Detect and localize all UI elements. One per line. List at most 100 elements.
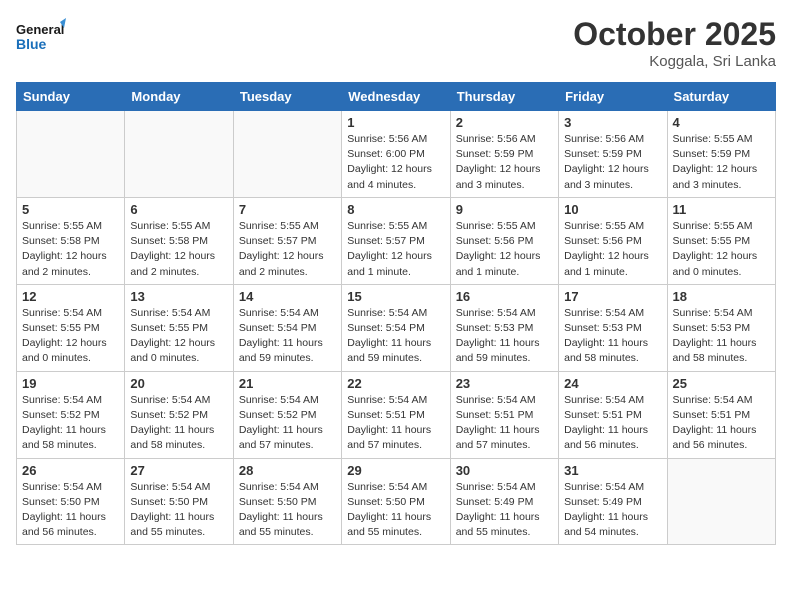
calendar-cell: 10 Sunrise: 5:55 AM Sunset: 5:56 PM Dayli…: [559, 197, 667, 284]
day-number: 26: [22, 463, 119, 478]
weekday-header-saturday: Saturday: [667, 83, 775, 111]
calendar-cell: 19 Sunrise: 5:54 AM Sunset: 5:52 PM Dayli…: [17, 371, 125, 458]
calendar-cell: 2 Sunrise: 5:56 AM Sunset: 5:59 PM Daylig…: [450, 111, 558, 198]
calendar-cell: 22 Sunrise: 5:54 AM Sunset: 5:51 PM Dayli…: [342, 371, 450, 458]
calendar-cell: 27 Sunrise: 5:54 AM Sunset: 5:50 PM Dayli…: [125, 458, 233, 545]
day-detail: Sunrise: 5:54 AM Sunset: 5:50 PM Dayligh…: [239, 480, 336, 541]
day-number: 21: [239, 376, 336, 391]
day-detail: Sunrise: 5:54 AM Sunset: 5:51 PM Dayligh…: [347, 393, 444, 454]
day-detail: Sunrise: 5:55 AM Sunset: 5:57 PM Dayligh…: [239, 219, 336, 280]
day-number: 23: [456, 376, 553, 391]
day-detail: Sunrise: 5:54 AM Sunset: 5:51 PM Dayligh…: [673, 393, 770, 454]
weekday-header-wednesday: Wednesday: [342, 83, 450, 111]
day-number: 19: [22, 376, 119, 391]
day-detail: Sunrise: 5:54 AM Sunset: 5:49 PM Dayligh…: [564, 480, 661, 541]
svg-text:General: General: [16, 22, 64, 37]
calendar-cell: 9Sunrise: 5:55 AM Sunset: 5:56 PM Daylig…: [450, 197, 558, 284]
weekday-header-monday: Monday: [125, 83, 233, 111]
day-number: 28: [239, 463, 336, 478]
day-detail: Sunrise: 5:54 AM Sunset: 5:51 PM Dayligh…: [456, 393, 553, 454]
calendar-table: SundayMondayTuesdayWednesdayThursdayFrid…: [16, 82, 776, 545]
calendar-cell: 12 Sunrise: 5:54 AM Sunset: 5:55 PM Dayli…: [17, 284, 125, 371]
day-number: 4: [673, 115, 770, 130]
calendar-cell: 18 Sunrise: 5:54 AM Sunset: 5:53 PM Dayli…: [667, 284, 775, 371]
calendar-cell: 1Sunrise: 5:56 AM Sunset: 6:00 PM Daylig…: [342, 111, 450, 198]
calendar-cell: 30 Sunrise: 5:54 AM Sunset: 5:49 PM Dayli…: [450, 458, 558, 545]
day-detail: Sunrise: 5:55 AM Sunset: 5:56 PM Dayligh…: [564, 219, 661, 280]
calendar-cell: [125, 111, 233, 198]
day-number: 2: [456, 115, 553, 130]
calendar-cell: 28 Sunrise: 5:54 AM Sunset: 5:50 PM Dayli…: [233, 458, 341, 545]
day-detail: Sunrise: 5:54 AM Sunset: 5:50 PM Dayligh…: [130, 480, 227, 541]
day-detail: Sunrise: 5:54 AM Sunset: 5:50 PM Dayligh…: [347, 480, 444, 541]
day-detail: Sunrise: 5:54 AM Sunset: 5:52 PM Dayligh…: [22, 393, 119, 454]
day-number: 5: [22, 202, 119, 217]
day-detail: Sunrise: 5:54 AM Sunset: 5:55 PM Dayligh…: [22, 306, 119, 367]
page-header: General Blue October 2025 Koggala, Sri L…: [16, 16, 776, 70]
calendar-cell: 13Sunrise: 5:54 AM Sunset: 5:55 PM Dayli…: [125, 284, 233, 371]
location-subtitle: Koggala, Sri Lanka: [573, 53, 776, 70]
calendar-cell: 3 Sunrise: 5:56 AM Sunset: 5:59 PM Daylig…: [559, 111, 667, 198]
day-number: 27: [130, 463, 227, 478]
day-number: 6: [130, 202, 227, 217]
day-number: 16: [456, 289, 553, 304]
day-number: 24: [564, 376, 661, 391]
day-detail: Sunrise: 5:55 AM Sunset: 5:56 PM Dayligh…: [456, 219, 553, 280]
day-number: 12: [22, 289, 119, 304]
day-detail: Sunrise: 5:55 AM Sunset: 5:55 PM Dayligh…: [673, 219, 770, 280]
day-number: 13: [130, 289, 227, 304]
calendar-cell: 23 Sunrise: 5:54 AM Sunset: 5:51 PM Dayli…: [450, 371, 558, 458]
calendar-cell: 26 Sunrise: 5:54 AM Sunset: 5:50 PM Dayli…: [17, 458, 125, 545]
day-detail: Sunrise: 5:54 AM Sunset: 5:51 PM Dayligh…: [564, 393, 661, 454]
day-detail: Sunrise: 5:54 AM Sunset: 5:53 PM Dayligh…: [673, 306, 770, 367]
day-detail: Sunrise: 5:54 AM Sunset: 5:52 PM Dayligh…: [239, 393, 336, 454]
calendar-cell: 17 Sunrise: 5:54 AM Sunset: 5:53 PM Dayli…: [559, 284, 667, 371]
day-number: 7: [239, 202, 336, 217]
day-number: 1: [347, 115, 444, 130]
calendar-cell: [667, 458, 775, 545]
calendar-cell: [17, 111, 125, 198]
day-detail: Sunrise: 5:55 AM Sunset: 5:57 PM Dayligh…: [347, 219, 444, 280]
day-number: 30: [456, 463, 553, 478]
calendar-cell: 14 Sunrise: 5:54 AM Sunset: 5:54 PM Dayli…: [233, 284, 341, 371]
day-number: 20: [130, 376, 227, 391]
day-detail: Sunrise: 5:54 AM Sunset: 5:50 PM Dayligh…: [22, 480, 119, 541]
calendar-cell: 15 Sunrise: 5:54 AM Sunset: 5:54 PM Dayli…: [342, 284, 450, 371]
day-number: 17: [564, 289, 661, 304]
day-detail: Sunrise: 5:54 AM Sunset: 5:54 PM Dayligh…: [239, 306, 336, 367]
title-block: October 2025 Koggala, Sri Lanka: [573, 16, 776, 70]
weekday-header-thursday: Thursday: [450, 83, 558, 111]
day-detail: Sunrise: 5:55 AM Sunset: 5:59 PM Dayligh…: [673, 132, 770, 193]
month-title: October 2025: [573, 16, 776, 53]
calendar-cell: 20 Sunrise: 5:54 AM Sunset: 5:52 PM Dayli…: [125, 371, 233, 458]
calendar-cell: 16 Sunrise: 5:54 AM Sunset: 5:53 PM Dayli…: [450, 284, 558, 371]
calendar-cell: 29Sunrise: 5:54 AM Sunset: 5:50 PM Dayli…: [342, 458, 450, 545]
day-number: 22: [347, 376, 444, 391]
day-detail: Sunrise: 5:54 AM Sunset: 5:53 PM Dayligh…: [564, 306, 661, 367]
logo-svg: General Blue: [16, 16, 66, 60]
day-detail: Sunrise: 5:56 AM Sunset: 5:59 PM Dayligh…: [456, 132, 553, 193]
day-number: 10: [564, 202, 661, 217]
day-detail: Sunrise: 5:56 AM Sunset: 5:59 PM Dayligh…: [564, 132, 661, 193]
day-number: 14: [239, 289, 336, 304]
day-detail: Sunrise: 5:54 AM Sunset: 5:53 PM Dayligh…: [456, 306, 553, 367]
weekday-header-sunday: Sunday: [17, 83, 125, 111]
calendar-cell: 6 Sunrise: 5:55 AM Sunset: 5:58 PM Daylig…: [125, 197, 233, 284]
day-number: 15: [347, 289, 444, 304]
calendar-cell: 25 Sunrise: 5:54 AM Sunset: 5:51 PM Dayli…: [667, 371, 775, 458]
calendar-cell: 21 Sunrise: 5:54 AM Sunset: 5:52 PM Dayli…: [233, 371, 341, 458]
day-detail: Sunrise: 5:55 AM Sunset: 5:58 PM Dayligh…: [130, 219, 227, 280]
day-number: 3: [564, 115, 661, 130]
day-number: 25: [673, 376, 770, 391]
day-detail: Sunrise: 5:54 AM Sunset: 5:54 PM Dayligh…: [347, 306, 444, 367]
calendar-cell: 24 Sunrise: 5:54 AM Sunset: 5:51 PM Dayli…: [559, 371, 667, 458]
day-detail: Sunrise: 5:54 AM Sunset: 5:52 PM Dayligh…: [130, 393, 227, 454]
logo: General Blue: [16, 16, 66, 60]
day-detail: Sunrise: 5:54 AM Sunset: 5:49 PM Dayligh…: [456, 480, 553, 541]
day-number: 18: [673, 289, 770, 304]
weekday-header-friday: Friday: [559, 83, 667, 111]
weekday-header-tuesday: Tuesday: [233, 83, 341, 111]
day-number: 11: [673, 202, 770, 217]
calendar-cell: 5Sunrise: 5:55 AM Sunset: 5:58 PM Daylig…: [17, 197, 125, 284]
svg-text:Blue: Blue: [16, 36, 47, 52]
